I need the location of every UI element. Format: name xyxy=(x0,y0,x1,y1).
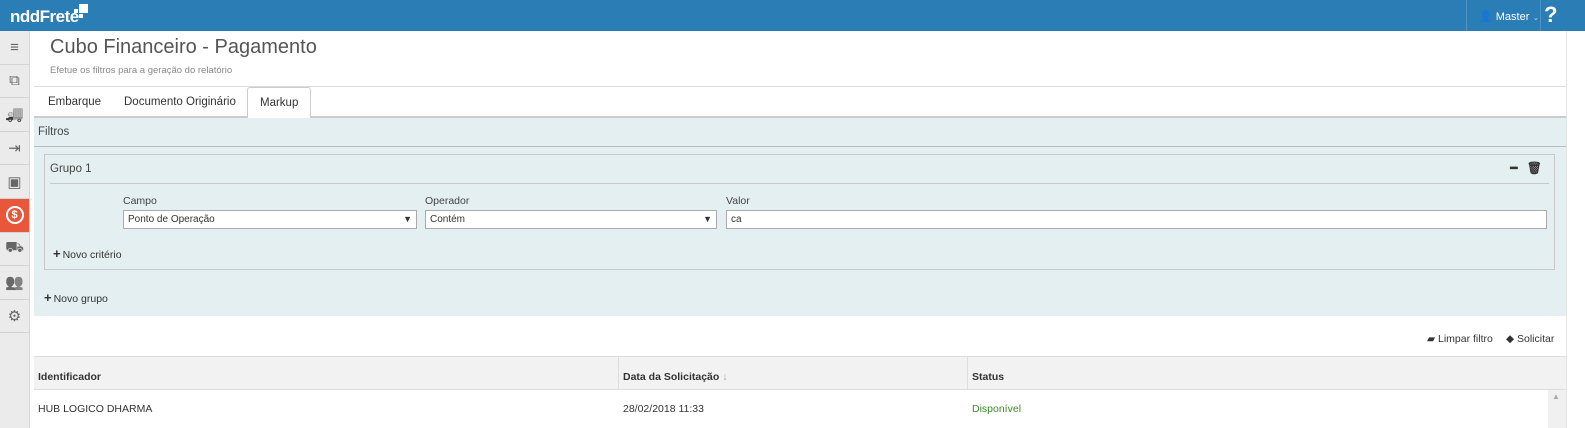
filters-title: Filtros xyxy=(38,126,70,138)
user-icon: 👤 xyxy=(1479,11,1493,23)
page-title: Cubo Financeiro - Pagamento xyxy=(50,36,317,58)
help-button[interactable]: ? xyxy=(1544,2,1557,28)
user-name: Master xyxy=(1495,11,1530,23)
trash-icon[interactable]: 🗑 xyxy=(1527,161,1542,175)
sidebar-item-shipments[interactable]: 🚚 xyxy=(0,98,29,132)
cube-icon: ◆ xyxy=(1506,333,1515,345)
divider xyxy=(34,146,1566,147)
truck-icon: 🚚 xyxy=(5,106,24,124)
add-group-label: Novo grupo xyxy=(53,293,108,305)
request-label: Solicitar xyxy=(1517,333,1555,345)
user-menu[interactable]: 👤 Master ⌄ xyxy=(1466,0,1541,31)
divider xyxy=(50,183,1549,184)
settings-icon: ⚙ xyxy=(7,308,22,326)
sidebar-item-payment[interactable]: $ xyxy=(0,198,29,233)
group-controls: ━ 🗑 xyxy=(1510,161,1542,175)
clear-filter-label: Limpar filtro xyxy=(1438,333,1493,345)
operador-select[interactable]: Contém ▼ xyxy=(425,210,717,229)
scroll-up-icon[interactable]: ▲ xyxy=(1552,392,1560,401)
add-group-button[interactable]: + Novo grupo xyxy=(44,290,108,305)
sidebar-item-users[interactable]: 👥 xyxy=(0,266,29,300)
export-icon: ⇥ xyxy=(8,140,21,158)
payment-cycle-icon: $ xyxy=(5,206,24,225)
campo-label: Campo xyxy=(123,195,157,207)
documents-icon: ⧉ xyxy=(9,72,20,90)
column-identificador[interactable]: Identificador xyxy=(34,357,619,390)
menu-toggle[interactable]: ≡ xyxy=(0,31,29,65)
valor-input[interactable]: ca xyxy=(726,210,1547,229)
sidebar-item-money[interactable]: ▣ xyxy=(0,165,29,199)
plus-icon: + xyxy=(53,246,61,261)
sidebar: ≡ ⧉ 🚚 ⇥ ▣ $ ⛟ 👥 ⚙ xyxy=(0,31,30,428)
dropdown-arrow-icon: ▼ xyxy=(403,214,412,224)
filter-group: Grupo 1 ━ 🗑 Campo Ponto de Operação ▼ Ope… xyxy=(44,154,1555,270)
menu-icon: ≡ xyxy=(10,38,19,56)
page-subtitle: Efetue os filtros para a geração do rela… xyxy=(50,65,233,76)
logo[interactable]: nddFrete xyxy=(10,7,79,27)
operador-label: Operador xyxy=(425,195,470,207)
truck-delivery-icon: ⛟ xyxy=(5,239,24,257)
tab-embarque[interactable]: Embarque xyxy=(48,96,101,108)
operador-value: Contém xyxy=(430,214,466,225)
filters-panel: Filtros Grupo 1 ━ 🗑 Campo Ponto de Opera… xyxy=(34,118,1566,316)
add-criterion-button[interactable]: + Novo critério xyxy=(53,246,122,261)
money-icon: ▣ xyxy=(7,173,22,191)
users-icon: 👥 xyxy=(5,274,24,292)
column-status[interactable]: Status xyxy=(968,357,1548,390)
tab-bar: Embarque Documento Originário Markup xyxy=(34,87,1566,119)
request-button[interactable]: ◆ Solicitar xyxy=(1506,333,1554,345)
header-scroll-spacer xyxy=(1548,356,1566,390)
tab-markup[interactable]: Markup xyxy=(247,87,312,119)
sort-down-icon: ↓ xyxy=(722,371,728,383)
column-data-solicitacao[interactable]: Data da Solicitação ↓ xyxy=(619,357,968,390)
plus-icon: + xyxy=(44,290,52,305)
campo-select[interactable]: Ponto de Operação ▼ xyxy=(123,210,417,229)
sidebar-item-settings[interactable]: ⚙ xyxy=(0,300,29,334)
valor-label: Valor xyxy=(726,195,750,207)
cell-identificador: HUB LOGICO DHARMA xyxy=(38,403,153,415)
chevron-down-icon: ⌄ xyxy=(1532,13,1540,22)
table-scrollbar[interactable]: ▲ xyxy=(1548,390,1566,428)
page-scrollbar[interactable] xyxy=(1566,31,1585,428)
sidebar-item-export[interactable]: ⇥ xyxy=(0,132,29,166)
tab-documento-originario[interactable]: Documento Originário xyxy=(124,96,236,108)
column-label: Data da Solicitação xyxy=(623,371,720,383)
clear-filter-button[interactable]: ▰ Limpar filtro xyxy=(1427,333,1493,345)
sidebar-item-documents[interactable]: ⧉ xyxy=(0,65,29,99)
logo-mark-icon xyxy=(74,4,88,18)
dropdown-arrow-icon: ▼ xyxy=(703,214,712,224)
status-badge: Disponível xyxy=(972,403,1022,415)
sidebar-item-delivery[interactable]: ⛟ xyxy=(0,233,29,267)
cell-data: 28/02/2018 11:33 xyxy=(623,403,704,415)
group-title: Grupo 1 xyxy=(50,163,92,175)
eraser-icon: ▰ xyxy=(1427,333,1436,345)
top-bar: nddFrete 👤 Master ⌄ ? xyxy=(0,0,1585,31)
table-header: Identificador Data da Solicitação ↓ Stat… xyxy=(34,356,1548,390)
collapse-icon[interactable]: ━ xyxy=(1510,161,1517,175)
add-criterion-label: Novo critério xyxy=(62,249,122,261)
campo-value: Ponto de Operação xyxy=(128,214,215,225)
